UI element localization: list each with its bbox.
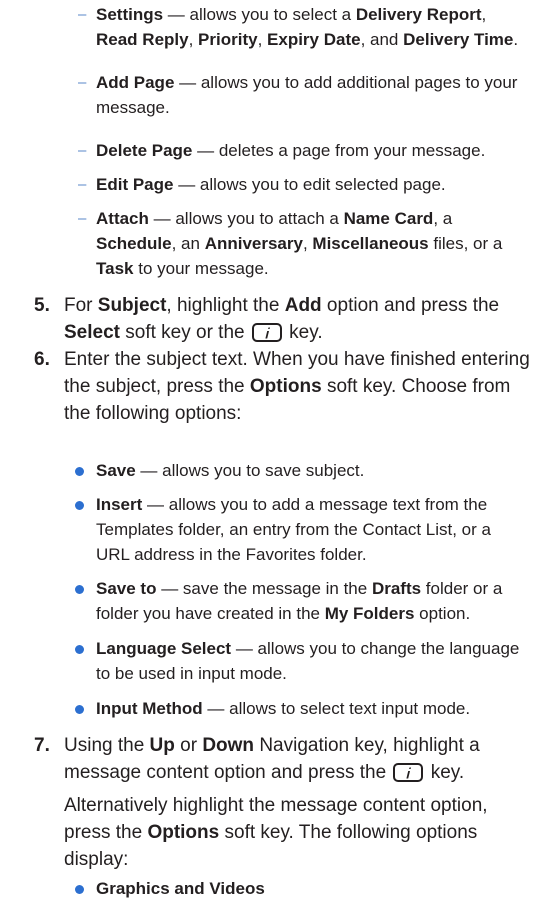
step-7: 7. Using the Up or Down Navigation key, …: [34, 732, 532, 786]
alternative-paragraph: Alternatively highlight the message cont…: [64, 795, 488, 870]
dash-marker: –: [78, 74, 87, 91]
i-key-icon: [251, 323, 282, 342]
step-6: 6. Enter the subject text. When you have…: [34, 346, 532, 427]
dash-marker: –: [78, 6, 87, 23]
i-key-icon: [393, 763, 424, 782]
step-5: 5. For Subject, highlight the Add option…: [34, 292, 532, 346]
bullet-item-save-to: Save to — save the message in the Drafts…: [75, 576, 528, 626]
step-number: 5.: [34, 295, 50, 316]
dash-item-delete-page: – Delete Page — deletes a page from your…: [78, 138, 528, 163]
manual-page: – Settings — allows you to select a Deli…: [0, 0, 540, 909]
bullet-item-insert: Insert — allows you to add a message tex…: [75, 492, 528, 567]
bullet-dot: [75, 501, 84, 510]
dash-marker: –: [78, 176, 87, 193]
dash-item-settings: – Settings — allows you to select a Deli…: [78, 2, 528, 52]
dash-marker: –: [78, 142, 87, 159]
bullet-dot: [75, 885, 84, 894]
bullet-item-graphics-and-videos: Graphics and Videos: [75, 876, 528, 901]
bullet-dot: [75, 585, 84, 594]
bullet-item-save: Save — allows you to save subject.: [75, 458, 528, 483]
dash-item-edit-page: – Edit Page — allows you to edit selecte…: [78, 172, 528, 197]
bullet-dot: [75, 705, 84, 714]
bullet-dot: [75, 467, 84, 476]
step-number: 6.: [34, 349, 50, 370]
bullet-item-input-method: Input Method — allows to select text inp…: [75, 696, 528, 721]
dash-item-add-page: – Add Page — allows you to add additiona…: [78, 70, 528, 120]
bullet-dot: [75, 645, 84, 654]
bullet-item-language-select: Language Select — allows you to change t…: [75, 636, 528, 686]
dash-marker: –: [78, 210, 87, 227]
dash-item-attach: – Attach — allows you to attach a Name C…: [78, 206, 528, 281]
step-number: 7.: [34, 735, 50, 756]
